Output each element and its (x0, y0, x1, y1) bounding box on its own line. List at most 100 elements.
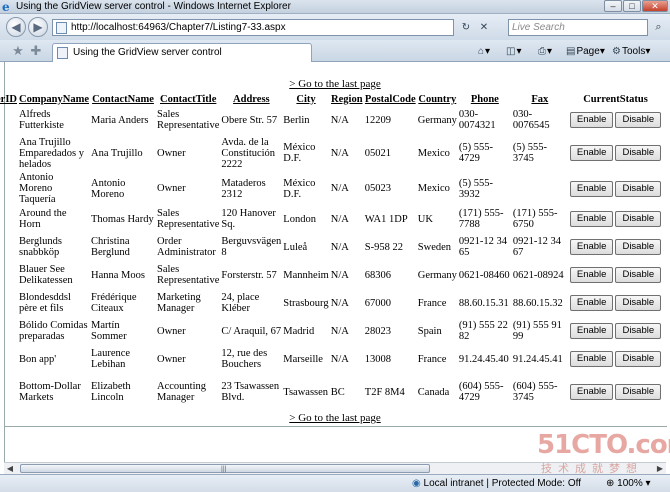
cell-address: Forsterstr. 57 (221, 269, 277, 281)
enable-button[interactable]: Enable (569, 180, 614, 197)
back-button[interactable]: ◀ (6, 17, 26, 37)
grid-header-row: erIDCompanyNameContactNameContactTitleAd… (0, 92, 663, 106)
cell-contactname: Ana Trujillo (91, 147, 143, 159)
disable-button[interactable]: Disable (615, 145, 662, 161)
cell-currentstatus: Enable Disable (568, 233, 663, 261)
enable-button[interactable]: Enable (569, 211, 614, 227)
security-zone[interactable]: ◉ Local intranet | Protected Mode: Off (412, 478, 581, 490)
last-page-link-bottom[interactable]: > Go to the last page (289, 412, 380, 424)
favorites-star-icon[interactable]: ★ (10, 43, 26, 59)
address-bar[interactable]: http://localhost:64963/Chapter7/Listing7… (52, 19, 454, 36)
feeds-button[interactable]: ◫▾ (506, 44, 521, 60)
search-placeholder: Live Search (512, 22, 565, 33)
column-header-contacttitle[interactable]: ContactTitle (156, 92, 220, 106)
cell-postalcode: S-958 22 (364, 241, 403, 253)
scroll-thumb[interactable]: ||| (20, 464, 430, 473)
cell-region: N/A (330, 241, 349, 253)
cell-phone: 0621-08460 (458, 269, 510, 281)
disable-button[interactable]: Disable (615, 384, 662, 400)
page-menu[interactable]: ▤Page▾ (566, 44, 605, 60)
cell-city: México D.F. (283, 142, 316, 164)
column-header-postalcode[interactable]: PostalCode (364, 92, 417, 106)
enable-button[interactable]: Enable (569, 239, 614, 255)
cell-country: France (417, 297, 447, 309)
add-favorite-icon[interactable]: ✚ (28, 43, 44, 59)
cell-currentstatus: Enable Disable (568, 205, 663, 233)
disable-button[interactable]: Disable (615, 323, 662, 339)
address-url[interactable]: http://localhost:64963/Chapter7/Listing7… (71, 22, 286, 34)
column-header-address[interactable]: Address (220, 92, 282, 106)
window-title: Using the GridView server control - Wind… (16, 1, 291, 12)
tab-title: Using the GridView server control (73, 47, 222, 58)
page-menu-icon: ▤ (566, 46, 576, 57)
enable-button[interactable]: Enable (569, 267, 614, 283)
enable-button[interactable]: Enable (569, 323, 614, 339)
disable-button[interactable]: Disable (615, 180, 662, 197)
cell-address: 24, place Kléber (221, 292, 260, 314)
disable-button[interactable]: Disable (615, 239, 662, 255)
column-header-currentstatus: CurrentStatus (583, 93, 648, 105)
cell-phone: 030-0074321 (458, 109, 496, 131)
maximize-button[interactable]: □ (623, 0, 641, 12)
status-bar: ◉ Local intranet | Protected Mode: Off ⊕… (0, 474, 670, 492)
minimize-button[interactable]: – (604, 0, 622, 12)
ie-logo-icon: e (2, 0, 10, 14)
cell-city: Tsawassen (283, 386, 329, 398)
enable-button[interactable]: Enable (569, 384, 614, 400)
column-header-city[interactable]: City (282, 92, 330, 106)
table-row: Bottom-Dollar Markets Elizabeth Lincoln Ac… (0, 373, 663, 411)
page-icon (56, 22, 67, 34)
cell-address: Mataderos 2312 (221, 177, 266, 200)
last-page-link-top[interactable]: > Go to the last page (289, 78, 380, 90)
cell-postalcode: 68306 (364, 269, 392, 281)
disable-button[interactable]: Disable (615, 112, 662, 128)
cell-city: Berlin (283, 114, 310, 126)
window-controls: – □ ✕ (603, 0, 668, 13)
column-header-region[interactable]: Region (330, 92, 364, 106)
feeds-dropdown-icon: ▾ (516, 46, 522, 57)
disable-button[interactable]: Disable (615, 211, 662, 227)
refresh-icon[interactable]: ↻ (458, 19, 474, 36)
column-header-contactname[interactable]: ContactName (90, 92, 156, 106)
cell-contacttitle: Owner (157, 183, 186, 194)
cell-postalcode: WA1 1DP (364, 213, 408, 225)
search-icon[interactable]: ⌕ (650, 19, 667, 36)
search-input[interactable]: Live Search (508, 19, 648, 36)
cell-erid (0, 134, 18, 172)
column-header-companyname[interactable]: CompanyName (18, 92, 90, 106)
cell-companyname: Bon app' (19, 353, 57, 365)
disable-button[interactable]: Disable (615, 295, 662, 311)
column-header-fax[interactable]: Fax (512, 92, 568, 106)
cell-country: Mexico (417, 147, 450, 159)
scroll-right-icon[interactable]: ▶ (654, 463, 666, 474)
home-icon: ⌂ (478, 46, 485, 57)
tab-page-icon (57, 47, 68, 59)
cell-companyname: Blauer See Delikatessen (19, 264, 73, 286)
disable-button[interactable]: Disable (615, 267, 662, 283)
close-button[interactable]: ✕ (642, 0, 668, 12)
cell-country: Germany (417, 269, 457, 281)
enable-button[interactable]: Enable (569, 351, 614, 367)
column-header-country[interactable]: Country (417, 92, 458, 106)
scroll-left-icon[interactable]: ◀ (4, 463, 16, 474)
security-zone-label: Local intranet | Protected Mode: Off (423, 478, 582, 489)
enable-button[interactable]: Enable (569, 295, 614, 311)
enable-button[interactable]: Enable (569, 112, 614, 128)
pager-bottom: > Go to the last page (0, 412, 670, 424)
cell-companyname: Antonio Moreno Taquería (19, 172, 56, 205)
enable-button[interactable]: Enable (569, 145, 614, 161)
tab-current[interactable]: Using the GridView server control (52, 43, 312, 62)
zoom-control[interactable]: ⊕ 100% ▾ (606, 478, 651, 490)
cell-region: BC (330, 386, 345, 398)
print-button[interactable]: ⎙▾ (538, 44, 552, 60)
column-header-erid[interactable]: erID (0, 92, 18, 106)
column-header-phone[interactable]: Phone (458, 92, 512, 106)
home-button[interactable]: ⌂▾ (478, 44, 490, 60)
cell-currentstatus: Enable Disable (568, 106, 663, 134)
cell-address: Avda. de la Constitución 2222 (221, 136, 276, 170)
cell-contactname: Hanna Moos (91, 269, 145, 281)
stop-icon[interactable]: ✕ (476, 19, 492, 36)
forward-button[interactable]: ▶ (28, 17, 48, 37)
tools-menu[interactable]: ⚙Tools▾ (612, 44, 650, 60)
disable-button[interactable]: Disable (615, 351, 662, 367)
